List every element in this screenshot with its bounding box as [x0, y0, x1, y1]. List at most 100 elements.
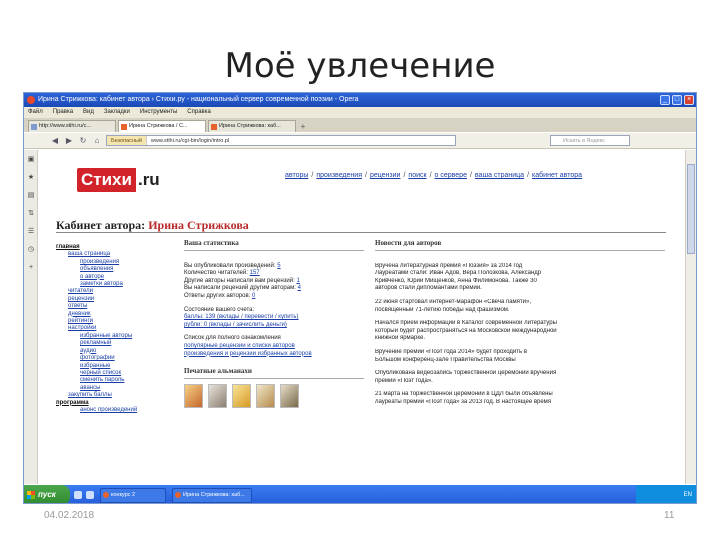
- nav-authors[interactable]: авторы: [285, 172, 308, 179]
- stat-value[interactable]: 0: [252, 293, 255, 299]
- sidebar-item[interactable]: ответы: [56, 303, 171, 310]
- forward-arrow-icon[interactable]: ▶: [64, 136, 74, 145]
- plus-icon[interactable]: +: [27, 264, 35, 272]
- sidebar-item[interactable]: рецензии: [56, 296, 171, 303]
- stihi-logo[interactable]: Стихи .ru: [77, 168, 160, 192]
- news-line: посвященный 71-летию победы над фашизмом…: [375, 306, 510, 313]
- logo-suffix: .ru: [137, 170, 160, 189]
- sidebar-item[interactable]: фотографии: [56, 355, 171, 362]
- menu-bookmarks[interactable]: Закладки: [104, 107, 130, 118]
- news-line: который будет распространяться на Москов…: [375, 327, 557, 334]
- sidebar-item[interactable]: дневник: [56, 311, 171, 318]
- stat-label: Вы написали рецензий другим авторам:: [184, 285, 296, 292]
- start-button[interactable]: пуск: [24, 485, 70, 503]
- address-bar[interactable]: Безопасный www.stihi.ru/cgi-bin/login/in…: [106, 135, 456, 146]
- sidebar-item[interactable]: читатели: [56, 288, 171, 295]
- bookmark-icon[interactable]: ▣: [27, 156, 35, 164]
- menu-tools[interactable]: Инструменты: [140, 107, 177, 118]
- news-line: Опубликована видеозапись торжественной ц…: [375, 370, 557, 377]
- nav-about[interactable]: о сервере: [435, 172, 467, 179]
- menu-file[interactable]: Файл: [28, 107, 43, 118]
- windows-flag-icon: [27, 491, 35, 499]
- stat-value[interactable]: 4: [298, 285, 301, 291]
- sidebar-item[interactable]: авансы: [56, 385, 171, 392]
- history-icon[interactable]: ◷: [27, 246, 35, 254]
- quicklaunch-icon[interactable]: [74, 491, 82, 499]
- sidebar-item[interactable]: заметки автора: [56, 281, 171, 288]
- quicklaunch-icon[interactable]: [86, 491, 94, 499]
- scrollbar-thumb[interactable]: [687, 164, 695, 254]
- nav-your-page[interactable]: ваша страница: [475, 172, 524, 179]
- nav-works[interactable]: произведения: [316, 172, 362, 179]
- taskbar-item[interactable]: конкурс 2: [100, 487, 166, 503]
- offer-block: Список для полного ознакомления популярн…: [184, 335, 364, 358]
- tab-label: Ирина Стрижкова / С...: [129, 123, 188, 129]
- balance-rubles-link[interactable]: рубли: 0 (вклады / зачислить деньги): [184, 322, 364, 330]
- stats-heading: Ваша статистика: [184, 239, 364, 251]
- sidebar-item[interactable]: избранные: [56, 363, 171, 370]
- slide-title: Моё увлечение: [224, 46, 496, 86]
- stat-label: Количество читателей:: [184, 270, 248, 277]
- window-title: Ирина Стрижкова: кабинет автора › Стихи.…: [38, 96, 359, 103]
- tab-2[interactable]: Ирина Стрижкова / С...: [118, 120, 206, 132]
- menu-view[interactable]: Вид: [83, 107, 94, 118]
- sidebar-item[interactable]: рекламный: [56, 340, 171, 347]
- nav-reviews[interactable]: рецензии: [370, 172, 401, 179]
- back-arrow-icon[interactable]: ◀: [50, 136, 60, 145]
- transfer-icon[interactable]: ⇅: [27, 210, 35, 218]
- tab-1[interactable]: http://www.stihi.ru/c...: [28, 120, 116, 132]
- sidebar-item[interactable]: настройки: [56, 325, 171, 332]
- opera-icon: [175, 491, 181, 498]
- slide-date: 04.02.2018: [44, 510, 95, 521]
- sidebar-item[interactable]: черный список: [56, 370, 171, 377]
- notes-icon[interactable]: ▤: [27, 192, 35, 200]
- nav-cabinet[interactable]: кабинет автора: [532, 172, 582, 179]
- contacts-icon[interactable]: ☰: [27, 228, 35, 236]
- album-cover[interactable]: [280, 383, 299, 408]
- news-line: 21 марта на торжественной церемонии в ЦД…: [375, 391, 553, 398]
- tab-3[interactable]: Ирина Стрижкова: каб...: [208, 120, 296, 132]
- album-cover[interactable]: [184, 383, 203, 408]
- window-titlebar[interactable]: Ирина Стрижкова: кабинет автора › Стихи.…: [24, 93, 696, 107]
- minimize-button[interactable]: _: [660, 95, 670, 105]
- new-tab-plus-icon[interactable]: +: [298, 122, 308, 132]
- stat-value[interactable]: 5: [277, 263, 280, 269]
- stat-value[interactable]: 1: [296, 278, 299, 284]
- nav-search[interactable]: поиск: [408, 172, 426, 179]
- sidebar-item[interactable]: о авторе: [56, 274, 171, 281]
- search-input[interactable]: Искать в Яндекс: [550, 135, 630, 146]
- star-icon[interactable]: ★: [27, 174, 35, 182]
- address-url: www.stihi.ru/cgi-bin/login/intro.pl: [150, 138, 230, 144]
- sidebar-item[interactable]: избранные авторы: [56, 333, 171, 340]
- menu-edit[interactable]: Правка: [53, 107, 73, 118]
- stat-value[interactable]: 157: [250, 270, 260, 276]
- menu-help[interactable]: Справка: [187, 107, 211, 118]
- offer-link[interactable]: произведения и рецензии избранных авторо…: [184, 351, 364, 359]
- reload-icon[interactable]: ↻: [78, 136, 88, 145]
- sidebar-item[interactable]: произведения: [56, 259, 171, 266]
- system-tray[interactable]: EN: [636, 485, 696, 503]
- vertical-scrollbar[interactable]: [685, 150, 696, 484]
- balance-points-link[interactable]: баллы: 139 (вклады / перевести / купить): [184, 314, 364, 322]
- sidebar-item[interactable]: главная: [56, 244, 171, 251]
- offer-link[interactable]: популярные рецензии и списки авторов: [184, 343, 364, 351]
- heading-divider: [56, 232, 666, 233]
- maximize-button[interactable]: □: [672, 95, 682, 105]
- taskbar-item[interactable]: Ирина Стрижкова: каб...: [172, 487, 252, 503]
- windows-taskbar: пуск конкурс 2 Ирина Стрижкова: каб... E…: [24, 485, 696, 503]
- stat-label: Другие авторы написали вам рецензий:: [184, 277, 295, 284]
- sidebar-item[interactable]: закупить баллы: [56, 392, 171, 399]
- sidebar-item[interactable]: объявления: [56, 266, 171, 273]
- stat-label: Вы опубликовали произведений:: [184, 262, 276, 269]
- album-cover[interactable]: [208, 383, 227, 408]
- home-icon[interactable]: ⌂: [92, 136, 102, 145]
- sidebar-item[interactable]: аудио: [56, 348, 171, 355]
- stat-line: Вы написали рецензий другим авторам: 4: [184, 285, 364, 293]
- album-cover[interactable]: [256, 383, 275, 408]
- close-button[interactable]: ×: [684, 95, 694, 105]
- sidebar-item[interactable]: анонс произведений: [56, 407, 171, 414]
- sidebar-item[interactable]: программа: [56, 400, 171, 407]
- album-cover[interactable]: [232, 383, 251, 408]
- sidebar-item[interactable]: сменить пароль: [56, 377, 171, 384]
- sidebar-item[interactable]: ваша страница: [56, 251, 171, 258]
